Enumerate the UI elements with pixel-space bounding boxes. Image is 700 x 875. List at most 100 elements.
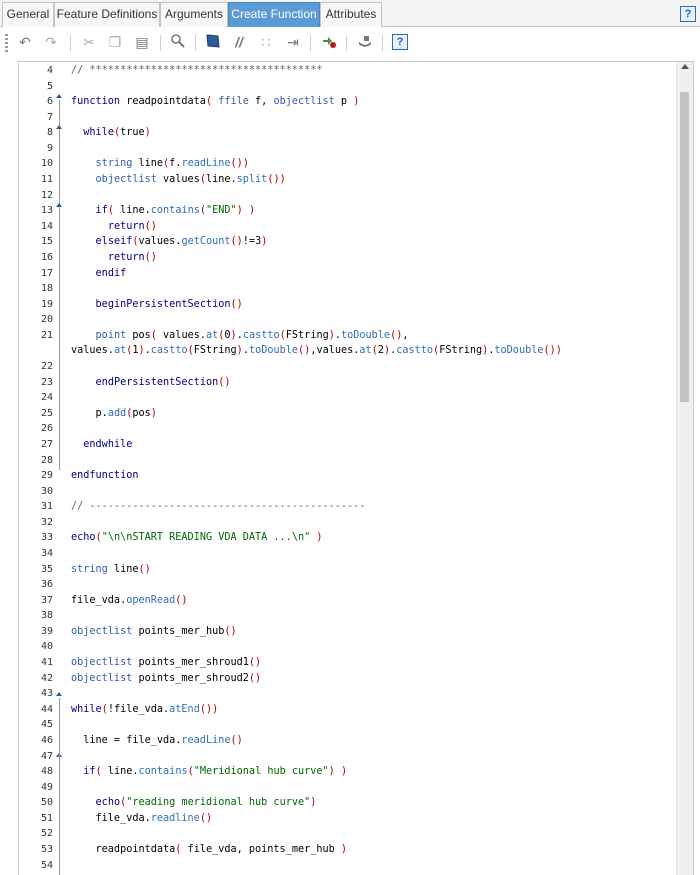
fold-guide (59, 100, 66, 470)
line-number: 21 (40, 329, 53, 341)
code-line[interactable]: // -------------------------------------… (71, 501, 365, 512)
line-number: 36 (40, 579, 53, 591)
paste-icon[interactable]: ▤ (133, 33, 151, 51)
line-number: 12 (40, 189, 53, 201)
toolbar-separator (70, 35, 71, 51)
find-icon[interactable] (169, 33, 187, 51)
line-number: 32 (40, 516, 53, 528)
code-line[interactable]: elseif(values.getCount()!=3) (71, 236, 268, 247)
line-number: 35 (40, 563, 53, 575)
code-line[interactable]: while(true) (71, 127, 151, 138)
code-line[interactable]: endPersistentSection() (71, 377, 231, 388)
insert-feature-icon[interactable] (320, 33, 338, 51)
line-number: 20 (40, 314, 53, 326)
code-line[interactable]: echo("reading meridional hub curve") (71, 797, 317, 808)
code-line[interactable]: return() (71, 221, 157, 232)
bookmark-icon[interactable] (204, 33, 222, 51)
comment-icon[interactable]: // (230, 33, 248, 51)
tab-create-function[interactable]: Create Function (228, 2, 320, 27)
code-line[interactable]: return() (71, 252, 157, 263)
fold-toggle-icon[interactable] (56, 692, 62, 696)
line-number: 40 (40, 641, 53, 653)
code-line[interactable]: function readpointdata( ffile f, objectl… (71, 96, 359, 107)
code-line[interactable]: echo("\n\nSTART READING VDA DATA ...\n" … (71, 532, 323, 543)
code-line[interactable]: beginPersistentSection() (71, 299, 243, 310)
line-number: 39 (40, 625, 53, 637)
line-number: 8 (46, 127, 53, 139)
help-icon[interactable]: ? (392, 34, 408, 50)
line-number: 47 (40, 750, 53, 762)
toolbar-separator (195, 35, 196, 51)
line-number: 38 (40, 610, 53, 622)
vertical-scrollbar[interactable] (676, 62, 693, 875)
code-line[interactable]: objectlist values(line.split()) (71, 174, 286, 185)
code-line[interactable]: while(!file_vda.atEnd()) (71, 704, 218, 715)
cut-icon[interactable]: ✂ (80, 33, 98, 51)
line-number: 16 (40, 251, 53, 263)
line-number: 18 (40, 283, 53, 295)
uncomment-icon[interactable]: ∷ (257, 33, 275, 51)
code-line[interactable]: endif (71, 268, 127, 279)
line-number: 13 (40, 205, 53, 217)
code-line[interactable]: // *************************************… (71, 65, 322, 76)
line-number: 33 (40, 532, 53, 544)
line-number: 42 (40, 672, 53, 684)
indent-icon[interactable]: ⇥ (284, 33, 302, 51)
copy-icon[interactable]: ❐ (106, 33, 124, 51)
line-number: 51 (40, 812, 53, 824)
toolbar-separator (382, 35, 383, 51)
code-line[interactable]: endwhile (71, 439, 132, 450)
code-line[interactable]: endfunction (71, 470, 138, 481)
line-number: 27 (40, 438, 53, 450)
toolbar-separator (160, 35, 161, 51)
line-number: 7 (46, 111, 53, 123)
line-number: 46 (40, 734, 53, 746)
code-editor[interactable]: 4 // ************************************… (18, 61, 694, 875)
fold-toggle-icon[interactable] (56, 125, 62, 129)
code-line[interactable]: file_vda.readline() (71, 813, 213, 824)
code-line[interactable]: file_vda.openRead() (71, 595, 188, 606)
code-line[interactable]: if( line.contains("Meridional hub curve"… (71, 766, 347, 777)
line-number: 9 (46, 142, 53, 154)
tab-general[interactable]: General (2, 2, 54, 27)
scrollbar-thumb[interactable] (680, 92, 689, 402)
code-line[interactable]: string line(f.readLine()) (71, 158, 249, 169)
tab-feature-definitions[interactable]: Feature Definitions (54, 2, 160, 27)
code-line[interactable]: string line() (71, 564, 151, 575)
tab-bar: General Feature Definitions Arguments Cr… (0, 0, 700, 27)
toolbar-separator (346, 35, 347, 51)
code-line[interactable]: line = file_vda.readLine() (71, 735, 243, 746)
line-number: 41 (40, 657, 53, 669)
debug-icon[interactable] (356, 33, 374, 51)
line-number: 44 (40, 703, 53, 715)
fold-toggle-icon[interactable] (56, 203, 62, 207)
line-number: 22 (40, 361, 53, 373)
code-line[interactable]: point pos( values.at(0).castto(FString).… (71, 330, 409, 341)
scroll-up-icon[interactable] (681, 64, 689, 69)
fold-toggle-icon[interactable] (56, 94, 62, 98)
line-number: 34 (40, 547, 53, 559)
code-line[interactable]: if( line.contains("END") ) (71, 205, 256, 216)
line-number: 29 (40, 470, 53, 482)
tab-attributes[interactable]: Attributes (320, 2, 382, 27)
tab-arguments[interactable]: Arguments (160, 2, 228, 27)
line-number: 14 (40, 220, 53, 232)
line-number: 4 (46, 65, 53, 76)
redo-icon[interactable]: ↷ (42, 33, 60, 51)
line-number: 53 (40, 844, 53, 855)
line-number: 24 (40, 392, 53, 404)
code-line[interactable]: objectlist points_mer_shroud1() (71, 657, 261, 668)
toolbar-separator (310, 35, 311, 51)
line-number: 10 (40, 158, 53, 170)
code-line[interactable]: objectlist points_mer_hub() (71, 626, 237, 637)
code-line[interactable]: objectlist points_mer_shroud2() (71, 673, 261, 684)
line-number: 30 (40, 485, 53, 497)
toolbar-grip[interactable] (5, 34, 8, 52)
undo-icon[interactable]: ↶ (16, 33, 34, 51)
line-number: 49 (40, 781, 53, 793)
help-icon[interactable]: ? (680, 6, 696, 22)
code-line[interactable]: readpointdata( file_vda, points_mer_hub … (71, 844, 348, 855)
code-line[interactable]: values.at(1).castto(FString).toDouble(),… (71, 345, 562, 356)
code-line[interactable]: p.add(pos) (71, 408, 157, 419)
line-number: 15 (40, 236, 53, 248)
